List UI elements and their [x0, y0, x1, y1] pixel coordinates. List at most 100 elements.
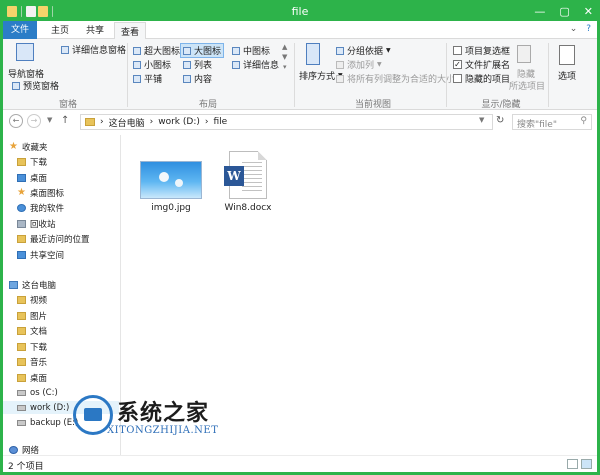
nav-pc-documents[interactable]: 文档 [17, 324, 47, 337]
options-button[interactable]: 选项 [558, 69, 576, 82]
layout-option-label: 小图标 [144, 61, 172, 71]
group-by-button[interactable]: 分组依据 ▼ [336, 44, 391, 57]
layout-scroll[interactable]: ▲ ▼ ▾ [282, 43, 287, 71]
expand-icon[interactable]: ▾ [283, 63, 287, 71]
flower-graphic [175, 179, 183, 187]
address-dropdown-icon[interactable]: ▼ [479, 116, 484, 124]
help-icon[interactable]: ? [586, 24, 591, 34]
refresh-icon[interactable]: ↻ [496, 115, 504, 126]
checkbox-checked[interactable]: ✓ [453, 60, 462, 69]
ribbon-tabs: 文件 主页 共享 查看 ⌄ ? [3, 21, 597, 39]
selected-items-label: 所选项目 [509, 82, 546, 92]
status-bar: 2 个项目 [3, 455, 597, 472]
forward-button[interactable]: → [27, 114, 41, 128]
nav-item-label: 视频 [30, 295, 48, 306]
search-input[interactable]: 搜索"file" ⚲ [512, 114, 592, 130]
tab-home[interactable]: 主页 [51, 23, 69, 36]
options-icon[interactable] [559, 45, 575, 65]
file-extensions-toggle[interactable]: ✓ 文件扩展名 [453, 58, 510, 71]
nav-pc-videos[interactable]: 视频 [17, 293, 47, 306]
layout-extra-large-icons[interactable]: 超大图标 [133, 44, 180, 57]
layout-list[interactable]: 列表 [183, 58, 212, 71]
nav-item-label: 下载 [30, 342, 48, 353]
download-folder-icon [17, 342, 26, 351]
nav-pc-downloads[interactable]: 下载 [17, 340, 47, 353]
nav-pc-desktop[interactable]: 桌面 [17, 371, 47, 384]
add-columns-icon [336, 60, 344, 69]
item-checkboxes-toggle[interactable]: 项目复选框 [453, 44, 510, 57]
nav-pc-music[interactable]: 音乐 [17, 355, 47, 368]
nav-favorites[interactable]: ★ 收藏夹 [9, 140, 48, 153]
small-icons-icon [133, 60, 141, 69]
tab-view[interactable]: 查看 [114, 22, 147, 39]
nav-fav-my-software[interactable]: 我的软件 [17, 201, 64, 214]
nav-fav-recycle-bin[interactable]: 回收站 [17, 217, 56, 230]
nav-item-label: 下载 [30, 157, 48, 168]
watermark: 系统之家 XITONGZHIJIA.NET [73, 391, 263, 447]
layout-content[interactable]: 内容 [183, 72, 212, 85]
minimize-button[interactable]: — [534, 5, 545, 18]
add-columns-label: 添加列 [347, 61, 375, 71]
close-button[interactable]: ✕ [584, 5, 593, 18]
drive-icon [17, 404, 26, 411]
nav-item-label: 图片 [30, 311, 48, 322]
group-label-show-hide: 显示/隐藏 [481, 100, 521, 110]
layout-small-icons[interactable]: 小图标 [133, 58, 171, 71]
nav-this-pc[interactable]: 这台电脑 [9, 278, 56, 291]
file-item-image[interactable]: img0.jpg [131, 161, 211, 213]
layout-details[interactable]: 详细信息 [232, 58, 279, 71]
nav-fav-downloads[interactable]: 下载 [17, 155, 47, 168]
nav-pc-pictures[interactable]: 图片 [17, 309, 47, 322]
nav-item-label: backup (E:) [30, 417, 79, 428]
group-label-pane: 窗格 [58, 100, 77, 110]
recent-locations-icon[interactable]: ▼ [47, 116, 52, 124]
nav-pc-drive-e[interactable]: backup (E:) [17, 416, 78, 429]
checkbox-unchecked[interactable] [453, 74, 462, 83]
group-by-label: 分组依据 [347, 47, 384, 57]
layout-tiles[interactable]: 平铺 [133, 72, 162, 85]
group-by-icon [336, 46, 344, 55]
content-icon [183, 74, 191, 83]
maximize-button[interactable]: ▢ [559, 5, 569, 18]
nav-fav-recent-places[interactable]: 最近访问的位置 [17, 232, 90, 245]
nav-fav-shared-space[interactable]: 共享空间 [17, 248, 64, 261]
hidden-items-toggle[interactable]: 隐藏的项目 [453, 72, 510, 85]
nav-fav-desktop[interactable]: 桌面 [17, 171, 47, 184]
details-pane-button[interactable]: 详细信息窗格 [61, 43, 126, 56]
network-icon [9, 445, 18, 454]
tab-file[interactable]: 文件 [3, 21, 37, 39]
add-columns-button[interactable]: 添加列 ▼ [336, 58, 382, 71]
breadcrumb-work-drive[interactable]: work (D:) [158, 117, 200, 127]
star-icon: ★ [17, 186, 26, 198]
back-button[interactable]: ← [9, 114, 23, 128]
chevron-down-icon[interactable]: ▼ [282, 53, 287, 61]
breadcrumb-this-pc[interactable]: 这台电脑 [109, 116, 145, 129]
large-icons-view-icon[interactable] [581, 459, 592, 469]
desktop-folder-icon [17, 373, 26, 382]
up-button[interactable]: ↑ [61, 115, 69, 126]
nav-item-label: 我的软件 [30, 203, 65, 214]
breadcrumb-file[interactable]: file [213, 117, 227, 127]
chevron-down-icon[interactable]: ⌄ [570, 24, 578, 34]
hide-selected-icon[interactable] [517, 45, 531, 63]
layout-medium-icons[interactable]: 中图标 [232, 44, 270, 57]
size-all-columns-button[interactable]: 将所有列调整为合适的大小 [336, 72, 455, 85]
tab-share[interactable]: 共享 [86, 23, 104, 36]
search-icon[interactable]: ⚲ [580, 116, 587, 126]
nav-network[interactable]: 网络 [9, 443, 39, 455]
layout-option-label: 详细信息 [243, 61, 280, 71]
address-bar[interactable]: › 这台电脑 › work (D:) › file [80, 114, 493, 130]
details-view-icon[interactable] [567, 459, 578, 469]
nav-fav-desktop-icons[interactable]: ★ 桌面图标 [17, 186, 64, 199]
window-controls: — ▢ ✕ [534, 5, 593, 18]
layout-large-icons[interactable]: 大图标 [180, 43, 225, 58]
preview-pane-button[interactable]: 预览窗格 [12, 79, 59, 92]
sort-by-icon[interactable] [306, 43, 320, 65]
desktop-icon [17, 173, 26, 182]
navigation-pane-icon[interactable] [16, 43, 34, 61]
checkbox-unchecked[interactable] [453, 46, 462, 55]
file-item-word[interactable]: W Win8.docx [208, 151, 288, 213]
chevron-up-icon[interactable]: ▲ [282, 43, 287, 51]
nav-pc-drive-c[interactable]: os (C:) [17, 386, 58, 399]
details-pane-label: 详细信息窗格 [72, 46, 127, 56]
